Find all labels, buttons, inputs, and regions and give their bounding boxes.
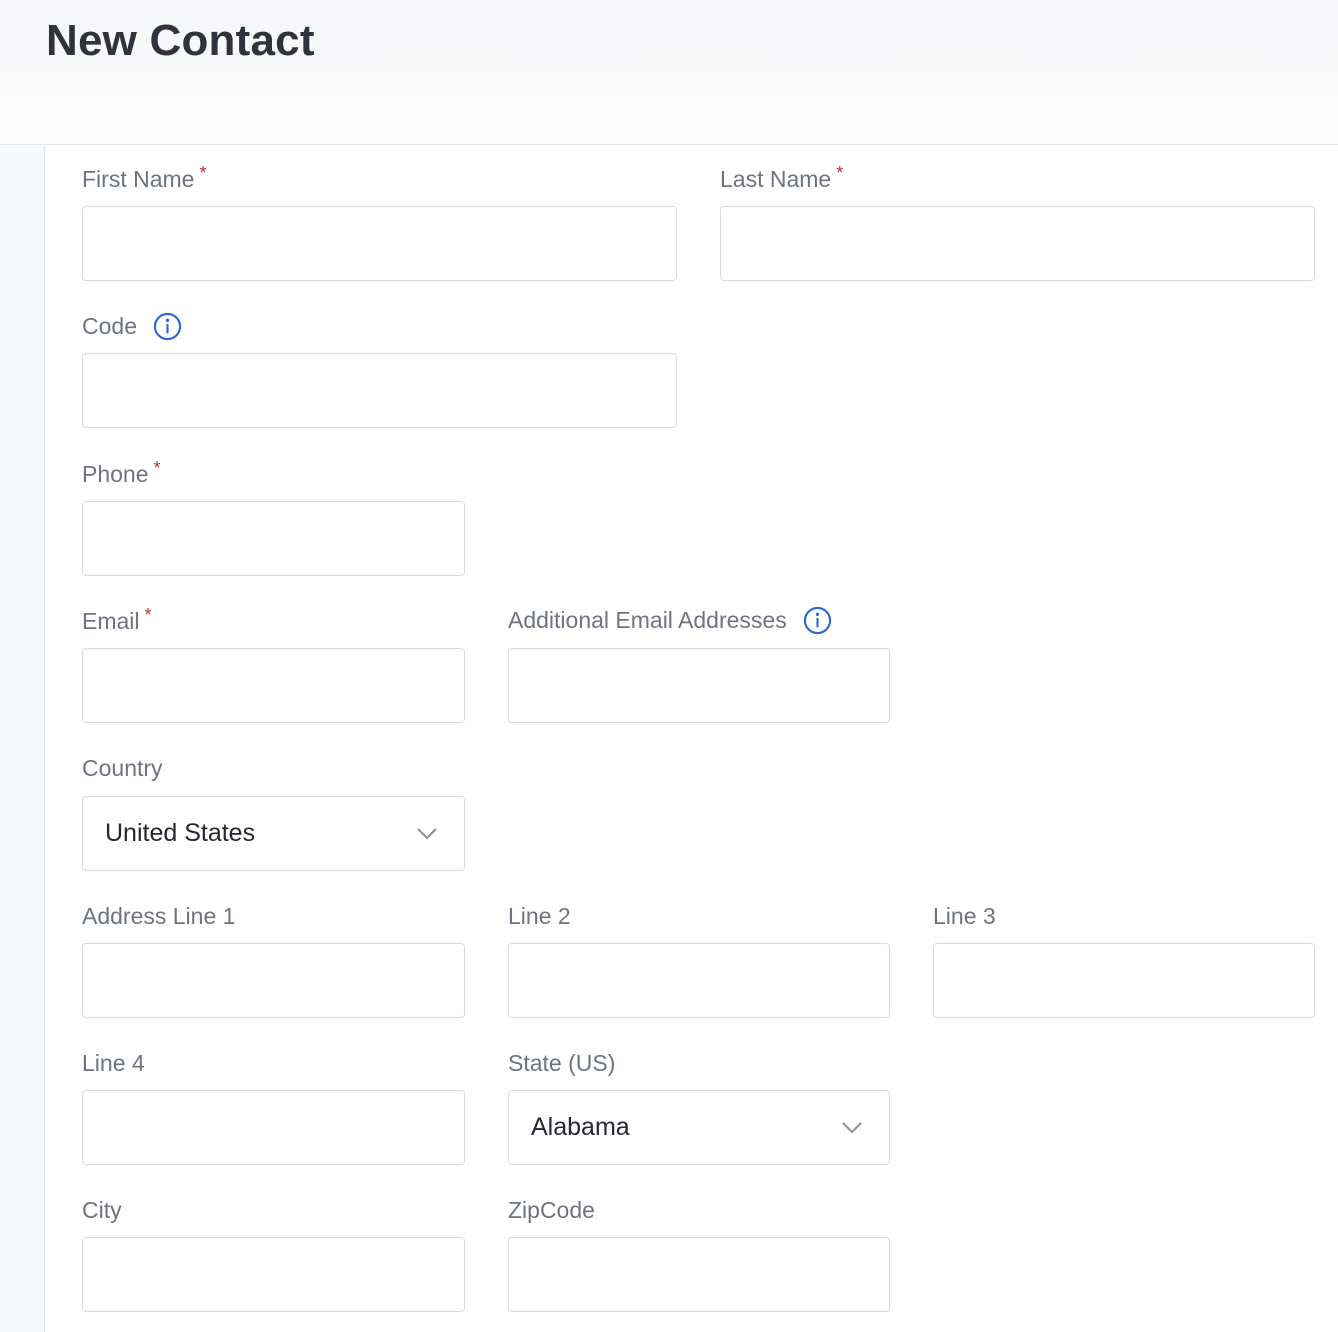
country-label-text: Country (82, 755, 163, 781)
country-label: Country (82, 755, 163, 782)
additional-emails-label-text: Additional Email Addresses (508, 607, 787, 633)
state-label-text: State (US) (508, 1050, 616, 1076)
additional-emails-input[interactable] (508, 648, 890, 723)
first-name-input[interactable] (82, 206, 677, 281)
phone-label-text: Phone (82, 461, 149, 487)
email-label-text: Email (82, 608, 140, 634)
left-rail (0, 146, 45, 1332)
required-marker: * (153, 458, 161, 478)
email-input[interactable] (82, 648, 465, 723)
phone-label: Phone * (82, 458, 161, 488)
code-input[interactable] (82, 353, 677, 428)
last-name-label: Last Name * (720, 163, 844, 193)
city-input[interactable] (82, 1237, 465, 1312)
line-2-label-text: Line 2 (508, 903, 571, 929)
state-label: State (US) (508, 1050, 615, 1077)
page-header: New Contact (0, 0, 1338, 145)
address-line-1-label: Address Line 1 (82, 903, 235, 930)
city-label-text: City (82, 1197, 122, 1223)
line-4-label: Line 4 (82, 1050, 145, 1077)
first-name-label: First Name * (82, 163, 207, 193)
email-label: Email * (82, 605, 152, 635)
address-line-1-label-text: Address Line 1 (82, 903, 236, 929)
city-label: City (82, 1197, 122, 1224)
required-marker: * (144, 605, 152, 625)
info-icon[interactable] (153, 312, 182, 341)
zipcode-label-text: ZipCode (508, 1197, 595, 1223)
last-name-label-text: Last Name (720, 166, 832, 192)
line-3-label-text: Line 3 (933, 903, 996, 929)
line-3-label: Line 3 (933, 903, 996, 930)
additional-emails-label: Additional Email Addresses (508, 606, 832, 635)
chevron-down-icon (842, 1121, 862, 1133)
country-select[interactable]: United States (82, 796, 465, 871)
line-2-input[interactable] (508, 943, 890, 1018)
last-name-input[interactable] (720, 206, 1315, 281)
state-select[interactable]: Alabama (508, 1090, 890, 1165)
code-label-text: Code (82, 313, 137, 339)
zipcode-input[interactable] (508, 1237, 890, 1312)
code-label: Code (82, 312, 182, 341)
first-name-label-text: First Name (82, 166, 195, 192)
line-4-input[interactable] (82, 1090, 465, 1165)
zipcode-label: ZipCode (508, 1197, 595, 1224)
country-selected-value: United States (105, 819, 256, 847)
address-line-1-input[interactable] (82, 943, 465, 1018)
new-contact-page: New Contact First Name * Last Name * Code … (0, 0, 1338, 1332)
required-marker: * (199, 163, 207, 183)
line-3-input[interactable] (933, 943, 1315, 1018)
chevron-down-icon (417, 827, 437, 839)
line-4-label-text: Line 4 (82, 1050, 145, 1076)
state-selected-value: Alabama (531, 1113, 630, 1141)
info-icon[interactable] (803, 606, 832, 635)
line-2-label: Line 2 (508, 903, 571, 930)
required-marker: * (836, 163, 844, 183)
phone-input[interactable] (82, 501, 465, 576)
page-title: New Contact (46, 16, 315, 65)
